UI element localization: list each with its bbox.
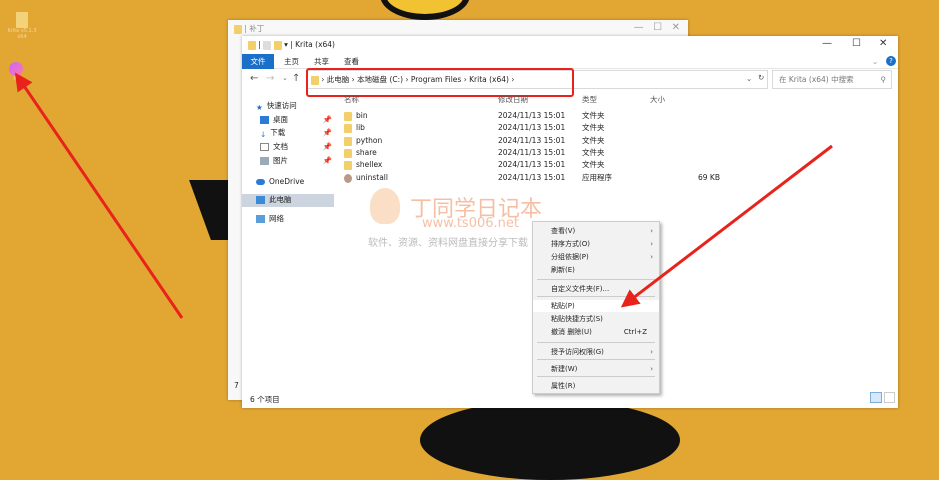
red-arrow-krita (14, 72, 184, 319)
red-arrow-paste (620, 144, 833, 308)
annotation-arrows (14, 72, 833, 319)
